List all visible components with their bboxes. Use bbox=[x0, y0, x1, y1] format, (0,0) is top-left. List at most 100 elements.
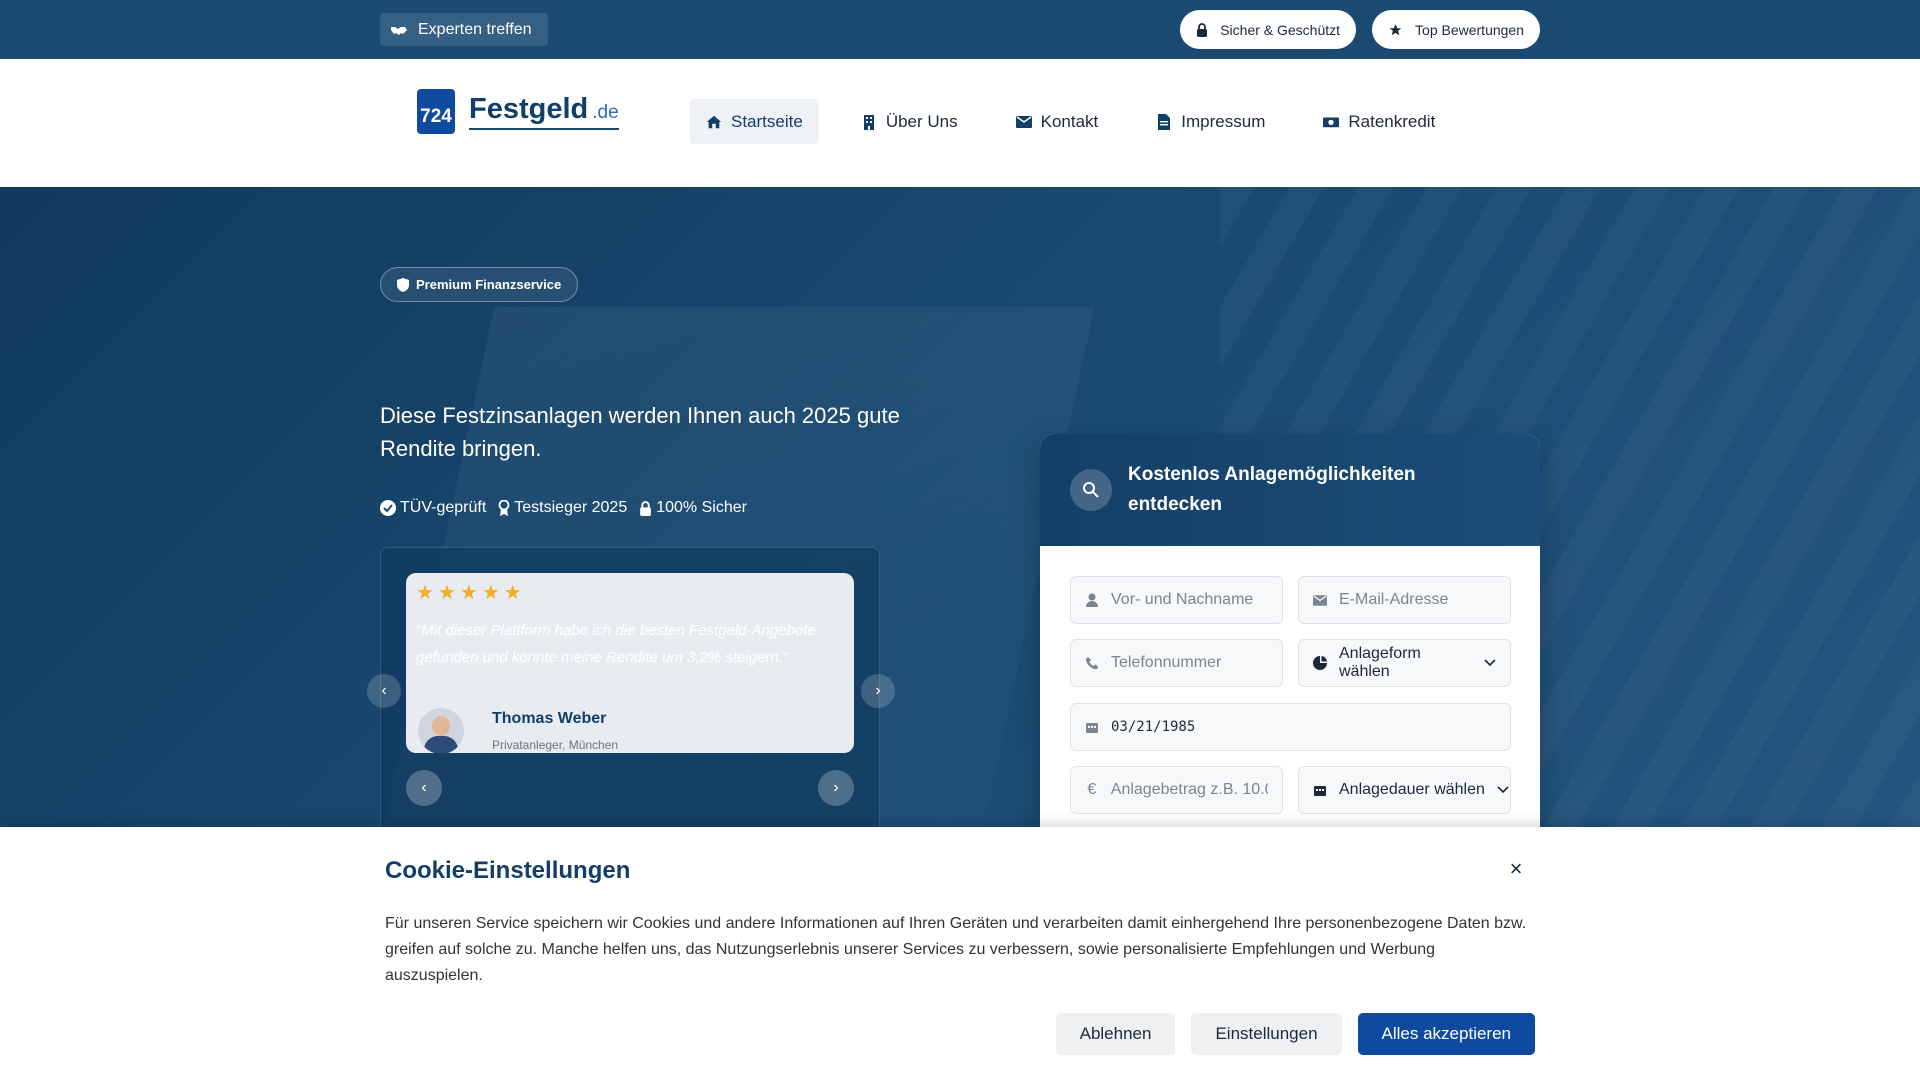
nav-item-kontakt[interactable]: Kontakt bbox=[1000, 99, 1115, 144]
main-nav: 724 Festgeld .de Startseite Über Uns Kont… bbox=[0, 59, 1920, 187]
rating-stars: ★ ★ ★ ★ ★ bbox=[416, 583, 844, 603]
logo-mark: 724 bbox=[417, 89, 455, 134]
envelope-icon bbox=[1015, 114, 1032, 130]
settings-button[interactable]: Einstellungen bbox=[1191, 1013, 1342, 1055]
chevron-right-icon: › bbox=[833, 779, 839, 796]
trust-label: Testsieger 2025 bbox=[514, 499, 628, 516]
trust-label: TÜV-geprüft bbox=[400, 499, 487, 516]
reviewer-name: Thomas Weber bbox=[492, 710, 607, 727]
star-icon: ★ bbox=[437, 582, 456, 604]
ratings-pill[interactable]: Top Bewertungen bbox=[1372, 10, 1540, 49]
close-icon[interactable]: × bbox=[1504, 856, 1528, 881]
amount-field[interactable]: € Anlagebetrag z.B. 10.0 bbox=[1070, 766, 1283, 814]
review-prev-button[interactable]: ‹ bbox=[406, 770, 442, 806]
search-icon bbox=[1070, 469, 1112, 511]
email-placeholder: E-Mail-Adresse bbox=[1339, 591, 1449, 608]
trust-badges: TÜV-geprüft Testsieger 2025 100% Sicher bbox=[380, 499, 747, 517]
birthdate-field[interactable]: 03/21/1985 bbox=[1070, 703, 1511, 751]
star-icon: ★ bbox=[416, 582, 434, 604]
review-quote: "Mit dieser Plattform habe ich die beste… bbox=[416, 622, 816, 666]
nav-label: Startseite bbox=[731, 111, 803, 131]
carousel-prev-button[interactable]: ‹ bbox=[367, 674, 401, 708]
lead-form: Kostenlos Anlagemöglichkeiten entdecken … bbox=[1040, 434, 1540, 827]
calendar-icon bbox=[1085, 721, 1099, 733]
nav-label: Ratenkredit bbox=[1348, 111, 1436, 131]
avatar bbox=[418, 708, 464, 753]
badge-label: Premium Finanzservice bbox=[416, 277, 562, 292]
review-next-button[interactable]: › bbox=[818, 770, 854, 806]
premium-badge: Premium Finanzservice bbox=[380, 267, 579, 302]
form-body: Vor- und Nachname E-Mail-Adresse Telefon… bbox=[1040, 546, 1540, 827]
top-bar: Experten treffen Sicher & Geschützt Top … bbox=[0, 0, 1920, 59]
decline-button[interactable]: Ablehnen bbox=[1055, 1013, 1176, 1055]
pie-chart-icon bbox=[1313, 656, 1327, 670]
secure-pill[interactable]: Sicher & Geschützt bbox=[1180, 10, 1357, 49]
handshake-icon bbox=[390, 23, 408, 37]
name-field[interactable]: Vor- und Nachname bbox=[1070, 576, 1283, 624]
cookie-banner: Cookie-Einstellungen × Für unseren Servi… bbox=[0, 827, 1920, 1080]
lock-icon bbox=[639, 500, 652, 516]
ratings-label: Top Bewertungen bbox=[1415, 21, 1524, 38]
money-icon bbox=[1323, 114, 1340, 130]
shield-icon bbox=[397, 277, 409, 292]
nav-label: Über Uns bbox=[885, 111, 958, 131]
nav-label: Kontakt bbox=[1040, 111, 1099, 131]
cookie-title: Cookie-Einstellungen bbox=[385, 857, 631, 884]
cookie-text: Für unseren Service speichern wir Cookie… bbox=[385, 915, 1527, 984]
home-icon bbox=[706, 114, 722, 130]
phone-placeholder: Telefonnummer bbox=[1111, 654, 1222, 671]
nav-item-ueber-uns[interactable]: Über Uns bbox=[845, 99, 974, 144]
chevron-left-icon: ‹ bbox=[421, 779, 427, 796]
nav-item-ratenkredit[interactable]: Ratenkredit bbox=[1307, 99, 1451, 144]
anlageform-value: Anlageform wählen bbox=[1339, 645, 1421, 680]
award-icon bbox=[498, 500, 510, 516]
experts-link[interactable]: Experten treffen bbox=[380, 13, 548, 46]
trust-sicher: 100% Sicher bbox=[639, 499, 747, 517]
star-icon: ★ bbox=[503, 582, 522, 604]
birthdate-value: 03/21/1985 bbox=[1111, 719, 1196, 735]
form-title: Kostenlos Anlagemöglichkeiten entdecken bbox=[1128, 464, 1416, 515]
email-field[interactable]: E-Mail-Adresse bbox=[1298, 576, 1511, 624]
building-icon bbox=[861, 114, 877, 130]
name-placeholder: Vor- und Nachname bbox=[1111, 591, 1254, 608]
phone-icon bbox=[1085, 657, 1099, 669]
calendar-icon bbox=[1313, 784, 1327, 796]
star-icon bbox=[1388, 23, 1403, 37]
anlagedauer-select[interactable]: Anlagedauer wählen bbox=[1298, 766, 1511, 814]
logo-text: Festgeld .de bbox=[469, 93, 619, 130]
anlageform-select[interactable]: Anlageform wählen bbox=[1298, 639, 1511, 687]
trust-tuev: TÜV-geprüft bbox=[380, 499, 486, 517]
carousel-next-button[interactable]: › bbox=[861, 674, 895, 708]
logo-tld: .de bbox=[592, 102, 619, 123]
anlagedauer-value: Anlagedauer wählen bbox=[1339, 781, 1485, 798]
logo-name: Festgeld bbox=[469, 93, 589, 125]
hero-section: Premium Finanzservice Diese Festzinsanla… bbox=[0, 187, 1920, 827]
chevron-left-icon: ‹ bbox=[381, 682, 387, 699]
nav-label: Impressum bbox=[1181, 111, 1266, 131]
phone-field[interactable]: Telefonnummer bbox=[1070, 639, 1283, 687]
user-icon bbox=[1085, 593, 1099, 607]
chevron-down-icon bbox=[1497, 781, 1509, 799]
chevron-right-icon: › bbox=[875, 682, 881, 699]
review-card: ★ ★ ★ ★ ★ "Mit dieser Plattform habe ich… bbox=[406, 573, 854, 753]
star-icon: ★ bbox=[481, 582, 500, 604]
secure-label: Sicher & Geschützt bbox=[1220, 21, 1341, 38]
amount-placeholder: Anlagebetrag z.B. 10.0 bbox=[1110, 781, 1268, 798]
form-header: Kostenlos Anlagemöglichkeiten entdecken bbox=[1040, 434, 1540, 546]
nav-item-impressum[interactable]: Impressum bbox=[1140, 99, 1281, 144]
trust-label: 100% Sicher bbox=[656, 499, 747, 516]
experts-label: Experten treffen bbox=[418, 20, 532, 38]
lock-icon bbox=[1196, 22, 1208, 37]
reviewer: Thomas Weber Privatanleger, München bbox=[418, 708, 618, 753]
chevron-down-icon bbox=[1484, 654, 1496, 672]
euro-icon: € bbox=[1087, 781, 1097, 798]
review-carousel: ★ ★ ★ ★ ★ "Mit dieser Plattform habe ich… bbox=[367, 547, 895, 827]
nav-item-startseite[interactable]: Startseite bbox=[690, 99, 819, 144]
trust-testsieger: Testsieger 2025 bbox=[498, 499, 627, 517]
site-logo[interactable]: 724 Festgeld .de bbox=[417, 89, 619, 134]
hero-headline: Diese Festzinsanlagen werden Ihnen auch … bbox=[380, 403, 900, 461]
reviewer-role: Privatanleger, München bbox=[492, 738, 619, 752]
accept-all-button[interactable]: Alles akzeptieren bbox=[1357, 1013, 1535, 1055]
check-circle-icon bbox=[380, 500, 396, 516]
cookie-actions: Ablehnen Einstellungen Alles akzeptieren bbox=[1055, 1013, 1535, 1055]
